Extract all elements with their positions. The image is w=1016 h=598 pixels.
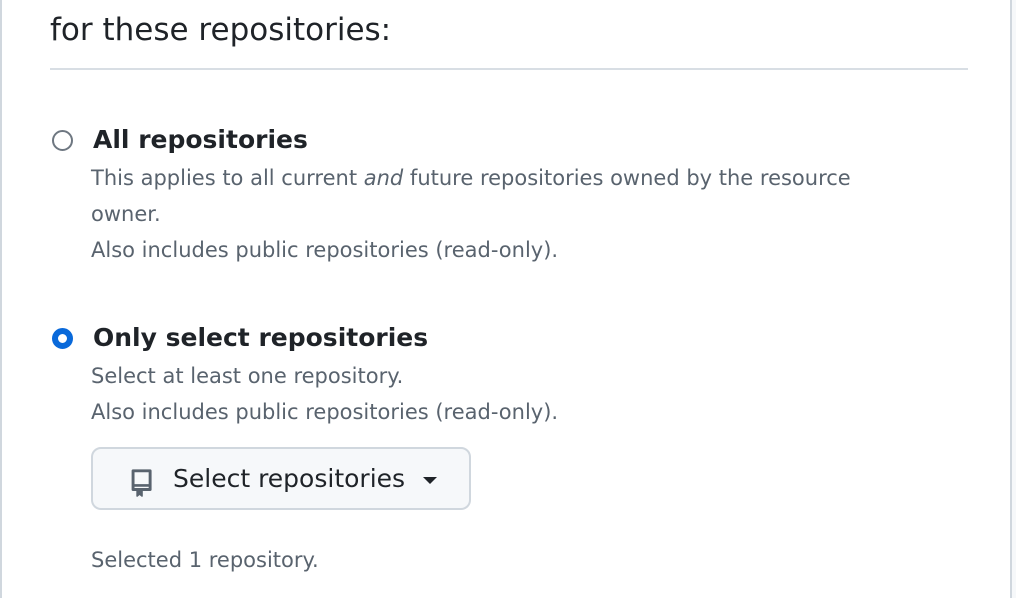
caret-down-icon [423,477,437,484]
selected-count-text: Selected 1 repository. [91,548,319,572]
all-repositories-desc-part1: This applies to all current [91,166,364,190]
all-repositories-radio[interactable] [52,130,73,151]
only-select-repositories-label[interactable]: Only select repositories [93,321,428,355]
repo-icon [131,469,152,497]
all-repositories-desc-part2: future repositories owned by the resourc… [403,166,851,190]
repository-access-panel: for these repositories: All repositories… [0,0,1012,598]
select-repositories-label: Select repositories [173,464,406,493]
select-repositories-button[interactable]: Select repositories [91,447,471,510]
all-repositories-desc-emphasis: and [363,166,404,190]
all-repositories-desc-line2: owner. [91,202,161,226]
only-select-repositories-desc-line2: Also includes public repositories (read-… [91,400,559,424]
only-select-repositories-desc-line1: Select at least one repository. [91,364,404,388]
all-repositories-label[interactable]: All repositories [93,123,308,157]
divider [50,68,968,70]
only-select-repositories-radio[interactable] [52,328,73,349]
all-repositories-description: This applies to all current and future r… [91,160,851,196]
all-repositories-desc-line3: Also includes public repositories (read-… [91,238,559,262]
section-heading: for these repositories: [50,12,392,48]
